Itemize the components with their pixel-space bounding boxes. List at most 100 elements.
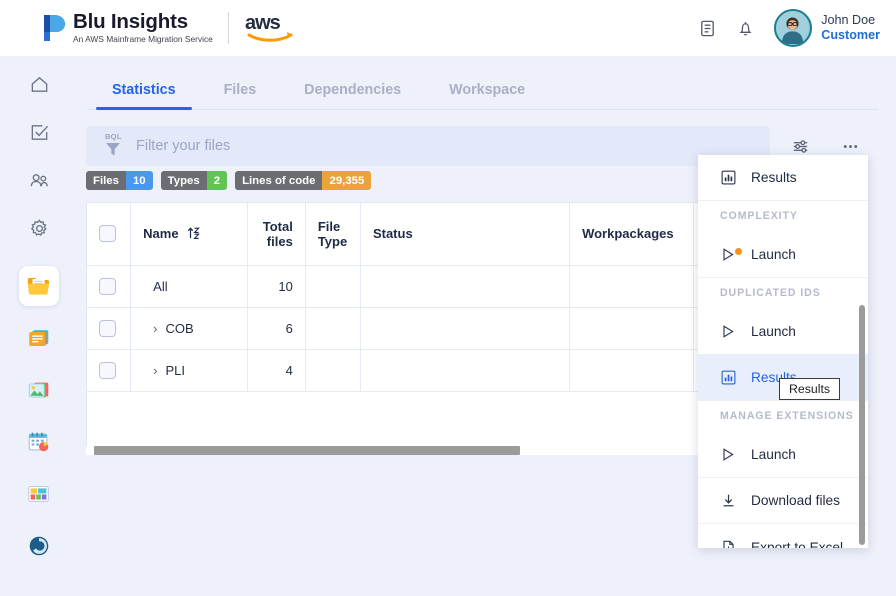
row-name-label: All: [153, 278, 168, 294]
row-file-type: [305, 265, 361, 308]
select-all-header: [87, 203, 132, 266]
globe-app-icon[interactable]: [19, 526, 59, 566]
notification-bell-icon[interactable]: [726, 9, 764, 47]
row-name-label: COB: [165, 320, 194, 336]
cards-app-icon[interactable]: [19, 318, 59, 358]
badge-lines-of-code: Lines of code 29,355: [235, 171, 372, 190]
menu-item-label: Launch: [751, 446, 796, 462]
bar-chart-results-icon: [720, 169, 737, 186]
brand-subtitle: An AWS Mainframe Migration Service: [73, 34, 213, 44]
row-name-cell: › PLI: [130, 349, 249, 392]
aws-logo-icon: aws: [243, 11, 299, 45]
sort-az-icon[interactable]: [187, 226, 201, 240]
tab-workspace[interactable]: Workspace: [425, 82, 549, 109]
header-actions: John Doe Customer: [688, 9, 880, 47]
table-scroll-thumb[interactable]: [94, 446, 520, 455]
menu-item-launch-duplicated-ids[interactable]: Launch: [698, 308, 868, 354]
user-role: Customer: [821, 28, 880, 42]
row-status: [360, 349, 571, 392]
menu-item-label: Launch: [751, 246, 796, 262]
tooltip: Results: [779, 378, 841, 400]
menu-item-launch-manage-extensions[interactable]: Launch: [698, 431, 868, 477]
folder-app-icon[interactable]: [19, 266, 59, 306]
column-header-total-files[interactable]: Total files: [247, 203, 306, 266]
app-header: Blu Insights An AWS Mainframe Migration …: [0, 0, 896, 56]
user-name: John Doe: [821, 13, 876, 27]
menu-section-manage-extensions: MANAGE EXTENSIONS: [720, 410, 854, 422]
calendar-app-icon[interactable]: [19, 422, 59, 462]
blu-insights-mark-icon: [40, 13, 66, 43]
column-header-workpackages[interactable]: Workpackages: [569, 203, 695, 266]
menu-item-label: Results: [751, 170, 797, 185]
table-header-row: Name Total files File Type Status Workpa…: [87, 203, 769, 266]
badge-types-label: Types: [160, 171, 207, 190]
tab-dependencies[interactable]: Dependencies: [280, 82, 425, 109]
row-status: [360, 307, 571, 350]
menu-group-complexity: COMPLEXITY Launch: [698, 201, 868, 278]
tab-statistics[interactable]: Statistics: [88, 82, 200, 110]
row-workpackages: [569, 307, 695, 350]
extensions-dropdown-menu: Results COMPLEXITY Launch DUPLICATED IDS…: [698, 155, 868, 548]
chevron-right-icon[interactable]: ›: [153, 322, 157, 335]
menu-section-duplicated-ids: DUPLICATED IDS: [720, 287, 821, 299]
gallery-app-icon[interactable]: [19, 370, 59, 410]
badge-files-label: Files: [86, 171, 126, 190]
files-table: Name Total files File Type Status Workpa…: [86, 202, 770, 452]
table-row[interactable]: All 10: [87, 265, 769, 308]
row-workpackages: [569, 349, 695, 392]
user-menu[interactable]: John Doe Customer: [774, 9, 880, 47]
home-icon[interactable]: [19, 64, 59, 104]
search-input[interactable]: BQL Filter your files: [86, 126, 770, 166]
settings-gear-icon[interactable]: [19, 208, 59, 248]
row-file-type: [305, 307, 361, 350]
row-select-cell: [87, 265, 132, 308]
bql-label: BQL: [105, 132, 122, 141]
tasks-checkbox-icon[interactable]: [19, 112, 59, 152]
badge-files-value: 10: [125, 171, 153, 190]
tab-files[interactable]: Files: [200, 82, 281, 109]
badge-types: Types 2: [160, 171, 228, 190]
menu-section-complexity: COMPLEXITY: [720, 210, 798, 222]
menu-item-launch-complexity[interactable]: Launch: [698, 231, 868, 277]
menu-item-download-files[interactable]: Download files: [698, 478, 868, 524]
row-status: [360, 265, 571, 308]
column-header-status[interactable]: Status: [360, 203, 571, 266]
row-total-files: 4: [247, 349, 306, 392]
column-label-name: Name: [143, 226, 179, 242]
users-icon[interactable]: [19, 160, 59, 200]
brand-logo[interactable]: Blu Insights An AWS Mainframe Migration …: [40, 11, 213, 45]
brand-title: Blu Insights: [73, 10, 188, 33]
row-checkbox[interactable]: [99, 277, 116, 295]
menu-item-results-top[interactable]: Results: [698, 155, 868, 201]
document-icon[interactable]: [688, 9, 726, 47]
download-icon: [720, 492, 737, 509]
table-horizontal-scrollbar[interactable]: [86, 446, 770, 455]
menu-item-label: Launch: [751, 323, 796, 339]
row-checkbox[interactable]: [99, 361, 116, 379]
column-header-name[interactable]: Name: [130, 203, 249, 266]
menu-group-manage-extensions: MANAGE EXTENSIONS Launch: [698, 401, 868, 478]
row-select-cell: [87, 349, 132, 392]
row-name-cell: › COB: [130, 307, 249, 350]
stat-badges: Files 10 Types 2 Lines of code 29,355: [86, 171, 372, 190]
export-file-icon: [720, 539, 737, 548]
avatar[interactable]: [774, 9, 813, 47]
badge-loc-value: 29,355: [322, 171, 372, 190]
chevron-right-icon[interactable]: ›: [153, 364, 157, 377]
badge-loc-label: Lines of code: [235, 171, 323, 190]
bql-filter-icon: BQL: [104, 132, 126, 159]
dashboard-app-icon[interactable]: [19, 474, 59, 514]
bar-chart-results-icon: [720, 369, 737, 386]
table-row[interactable]: › COB 6: [87, 307, 769, 350]
row-checkbox[interactable]: [99, 319, 116, 337]
row-select-cell: [87, 307, 132, 350]
select-all-checkbox[interactable]: [99, 225, 116, 243]
menu-item-label: Download files: [751, 493, 841, 508]
play-launch-icon: [720, 323, 737, 340]
header-divider: [227, 12, 229, 44]
menu-scrollbar-thumb[interactable]: [859, 305, 865, 545]
table-row[interactable]: › PLI 4: [87, 349, 769, 392]
menu-item-export-to-excel[interactable]: Export to Excel: [698, 524, 868, 548]
svg-text:aws: aws: [245, 12, 281, 34]
column-header-file-type[interactable]: File Type: [305, 203, 361, 266]
